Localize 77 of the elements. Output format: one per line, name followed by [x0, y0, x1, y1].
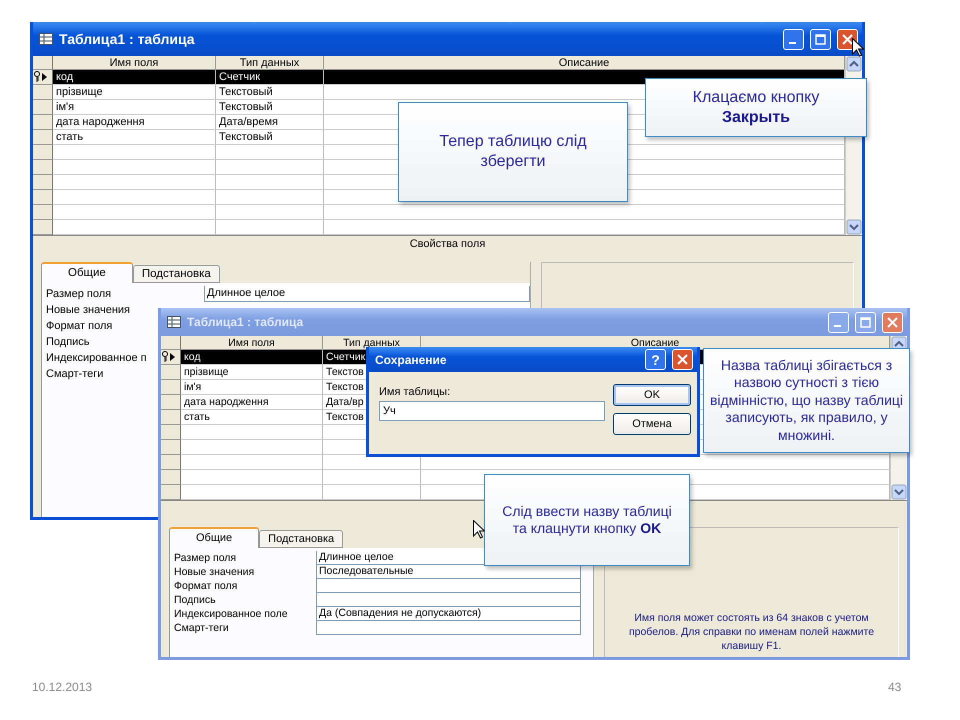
callout-tooltip: Тепер таблицю слід зберегти	[398, 102, 628, 202]
corner-cell	[33, 56, 53, 70]
dialog-button[interactable]: Отмена	[613, 413, 691, 435]
tab[interactable]: Подстановка	[259, 530, 344, 548]
table-cell: Счетчик	[216, 70, 324, 85]
close-icon	[842, 34, 853, 44]
property-label: Смарт-теги	[46, 367, 104, 382]
property-label: Размер поля	[46, 287, 112, 302]
property-label: Новые значения	[174, 565, 254, 579]
table-cell: код	[181, 350, 323, 365]
window-title: Таблица1 : таблица	[187, 315, 304, 329]
minimize-button[interactable]	[828, 312, 849, 332]
cursor-icon	[852, 38, 864, 57]
column-header: Описание	[324, 56, 845, 70]
table-cell: прізвище	[181, 365, 323, 380]
table-icon	[39, 33, 53, 45]
slide-date: 10.12.2013	[32, 680, 92, 694]
scroll-up-icon[interactable]	[846, 56, 862, 72]
table-icon	[167, 316, 181, 328]
table-cell: ім'я	[181, 380, 323, 395]
table-cell: Текстовый	[216, 85, 324, 100]
table-name-field[interactable]: Уч	[379, 401, 605, 421]
page-number: 43	[888, 680, 902, 694]
table-cell: Текстовый	[216, 130, 324, 145]
close-icon	[677, 354, 688, 365]
table-cell: код	[53, 70, 216, 85]
corner-cell	[161, 336, 181, 350]
close-icon	[887, 316, 898, 328]
maximize-icon	[860, 316, 871, 328]
minimize-icon	[834, 325, 840, 327]
column-header: Имя поля	[53, 56, 216, 70]
property-label: Подпись	[46, 335, 90, 350]
callout-tooltip: Слід ввести назву таблиці та клацнути кнопку OK	[484, 474, 690, 566]
property-label: Размер поля	[174, 551, 236, 565]
column-header: Имя поля	[181, 336, 323, 350]
table-cell: стать	[181, 410, 323, 425]
tab[interactable]: Общие	[41, 262, 133, 283]
callout-tooltip: Назва таблиці збігається з назвою сутності з тією відмінністю, що назву таблиці записують, як правило, у множині.	[703, 348, 910, 453]
table-cell: стать	[53, 130, 216, 145]
property-label: Подпись	[174, 593, 216, 607]
row-selector[interactable]	[161, 350, 181, 365]
property-label: Новые значения	[46, 303, 130, 318]
scroll-down-icon[interactable]	[846, 219, 862, 235]
table-cell: Дата/время	[216, 115, 324, 130]
property-label: Индексированное поле	[174, 607, 288, 621]
maximize-button[interactable]	[810, 28, 831, 50]
property-value[interactable]	[316, 593, 581, 607]
table-cell: прізвище	[53, 85, 216, 100]
cursor-icon	[473, 520, 485, 539]
maximize-icon	[815, 34, 826, 44]
row-selector[interactable]	[33, 70, 53, 85]
table-cell: дата народження	[53, 115, 216, 130]
table-cell: дата народження	[181, 395, 323, 410]
property-value[interactable]: Длинное целое	[204, 286, 530, 302]
property-label: Формат поля	[46, 319, 112, 334]
minimize-icon	[788, 42, 796, 44]
dialog-button[interactable]: OK	[613, 384, 691, 406]
property-label: Индексированное п	[46, 351, 147, 366]
help-text: Имя поля может состоять из 64 знаков с учетом пробелов. Для справки по именам полей нажмите клавишу F1.	[628, 611, 876, 653]
property-value[interactable]	[316, 621, 581, 635]
scroll-down-icon[interactable]	[891, 484, 907, 500]
property-value[interactable]: Последовательные	[316, 565, 581, 579]
minimize-button[interactable]	[783, 28, 804, 50]
table-cell: Текстовый	[216, 100, 324, 115]
help-button[interactable]: ?	[645, 349, 666, 370]
tab[interactable]: Подстановка	[132, 265, 220, 283]
property-label: Формат поля	[174, 579, 238, 593]
callout-tooltip: Клацаємо кнопку Закрыть	[645, 78, 867, 137]
tab[interactable]: Общие	[169, 527, 260, 548]
property-label: Смарт-теги	[174, 621, 229, 635]
window-title: Таблица1 : таблица	[59, 31, 196, 47]
property-value[interactable]	[316, 579, 581, 593]
maximize-button[interactable]	[855, 312, 876, 332]
section-heading: Свойства поля	[410, 238, 486, 250]
column-header: Тип данных	[216, 56, 324, 70]
property-value[interactable]: Да (Совпадения не допускаются)	[316, 607, 581, 621]
table-cell: ім'я	[53, 100, 216, 115]
